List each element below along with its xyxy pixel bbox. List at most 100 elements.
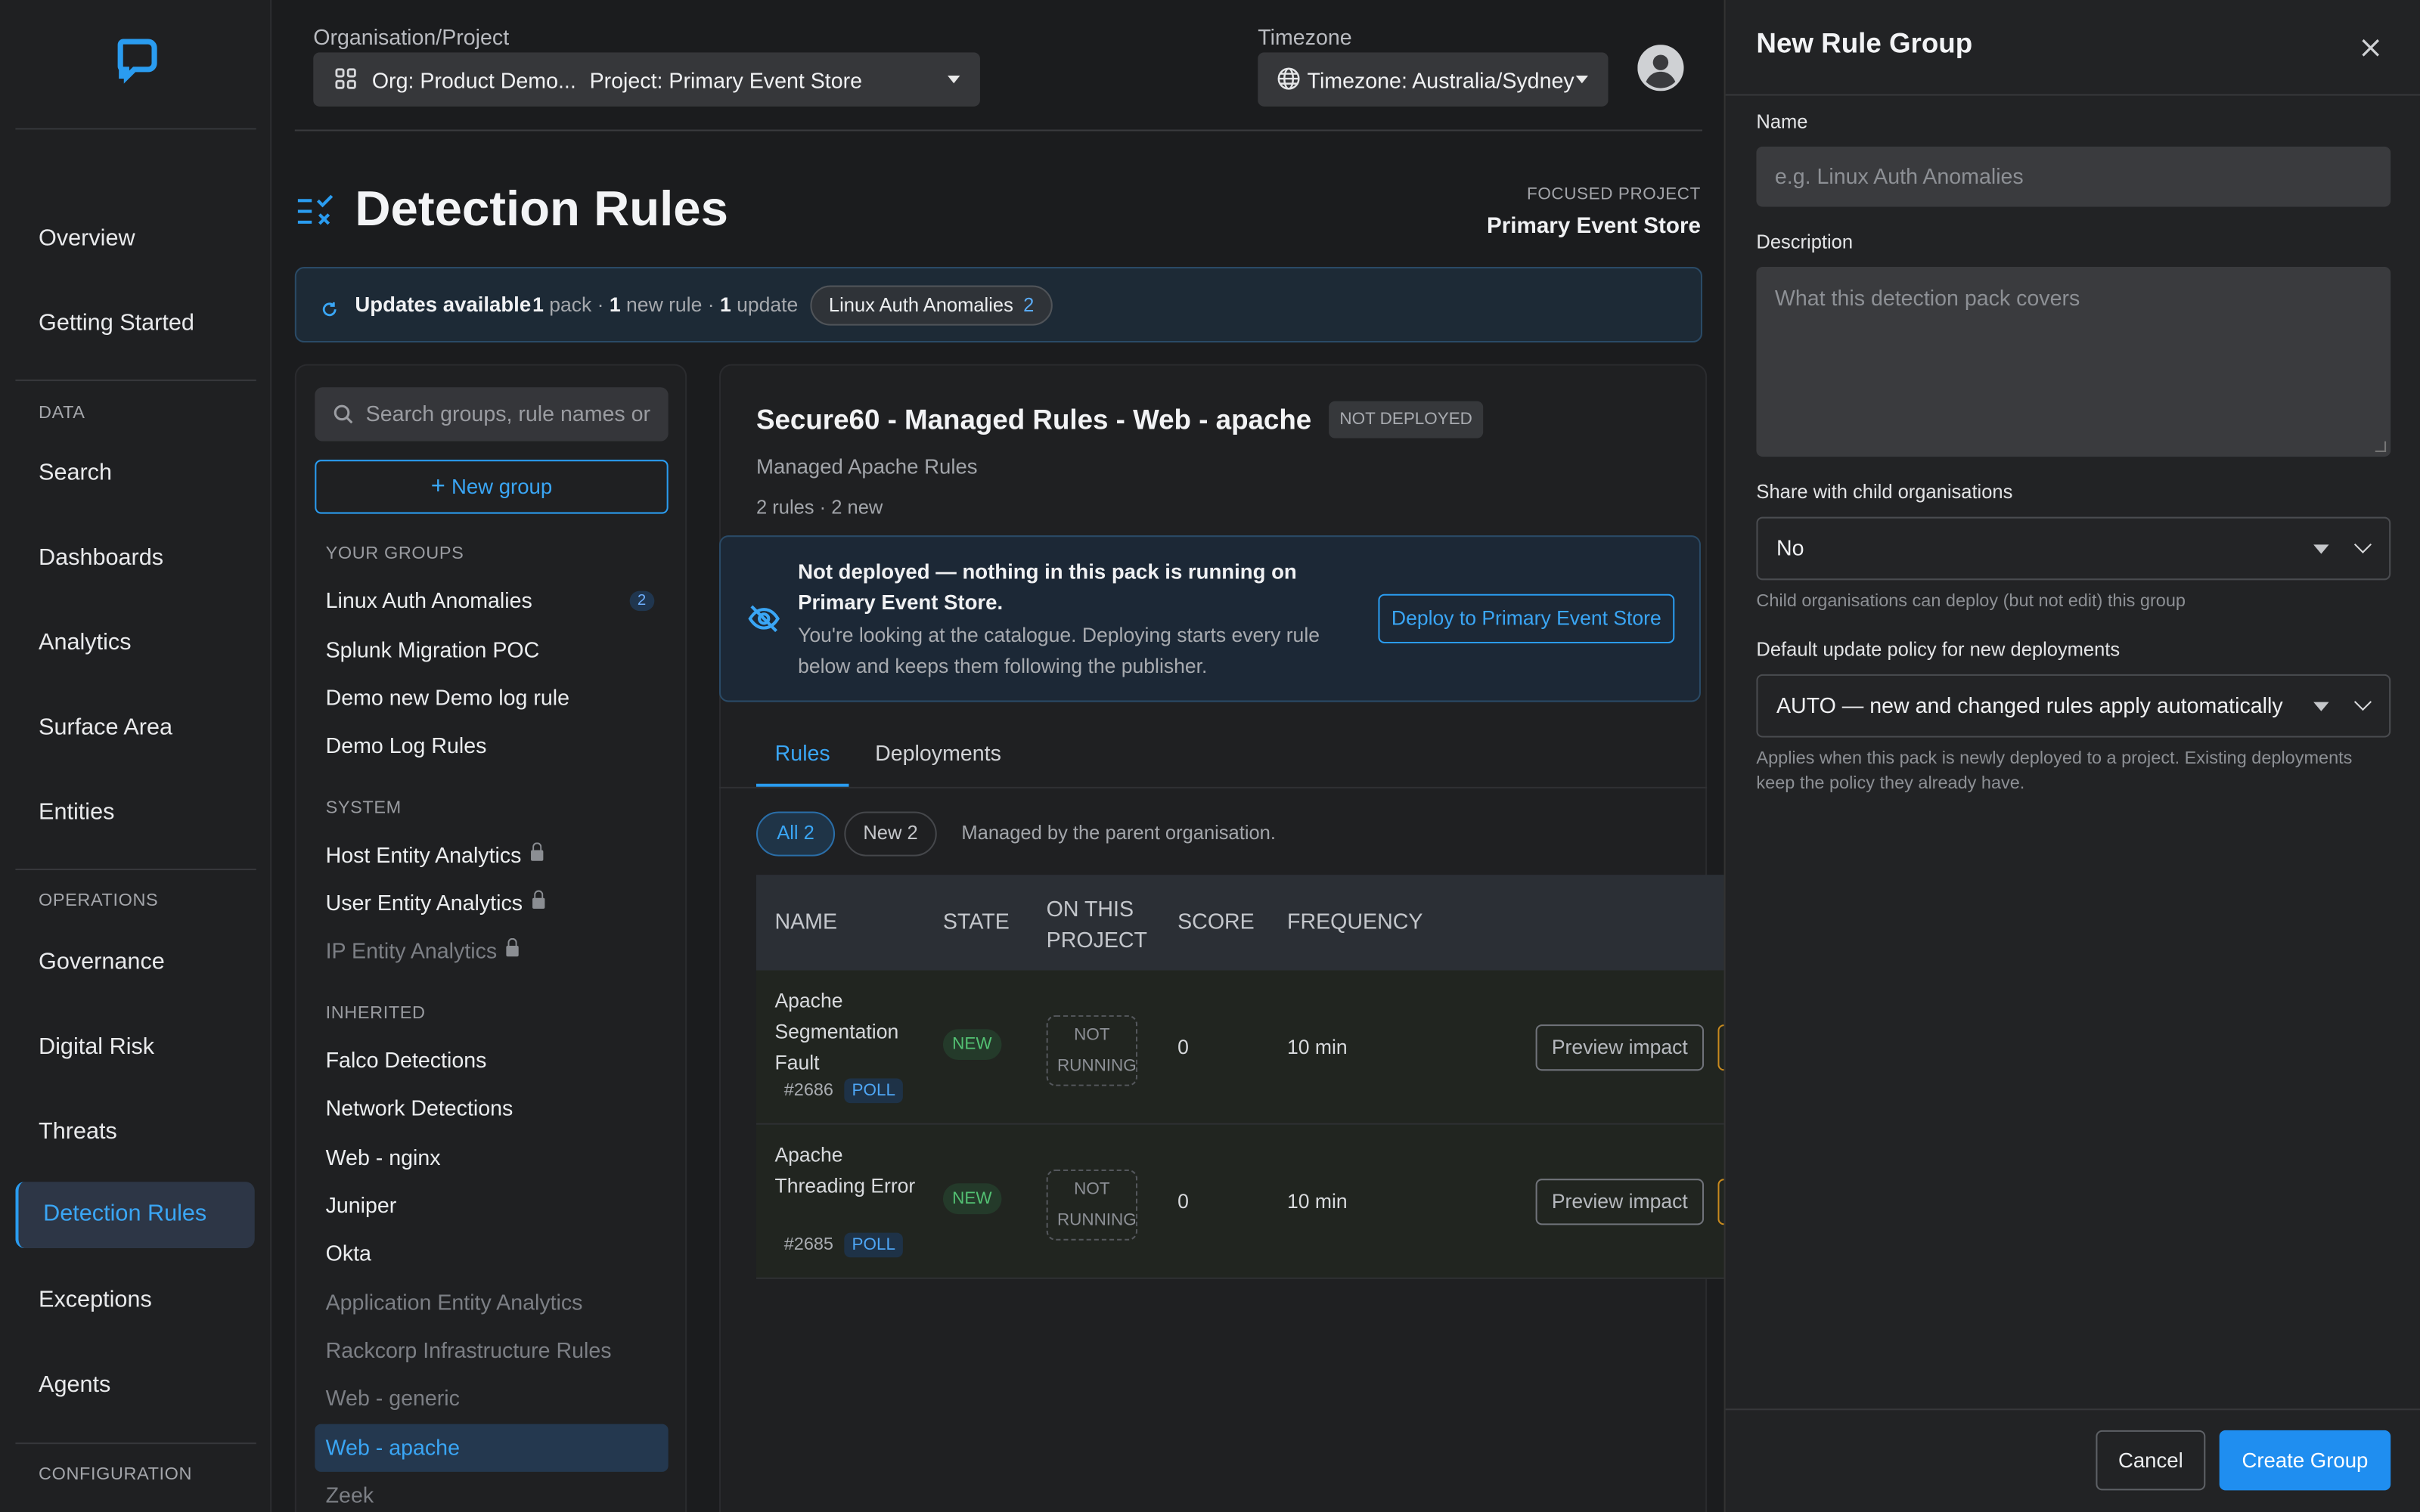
timezone-select[interactable]: Timezone: Australia/Sydney [1258,52,1609,107]
policy-select-value: AUTO — new and changed rules apply autom… [1776,692,2283,717]
rule-score: 0 [1177,1035,1189,1058]
new-rule-group-drawer: New Rule Group Name e.g. Linux Auth Anom… [1723,0,2420,1512]
group-item-okta[interactable]: Okta [326,1241,371,1266]
caret-down-icon [948,75,960,84]
group-item-network[interactable]: Network Detections [326,1095,513,1120]
updates-rule-count: 1 [609,293,621,317]
updates-pack-count: 1 [532,293,544,317]
create-group-button[interactable]: Create Group [2219,1430,2391,1491]
description-textarea[interactable]: What this detection pack covers [1756,267,2391,457]
org-project-label: Organisation/Project [313,24,510,50]
group-item-demo-new[interactable]: Demo new Demo log rule [326,685,569,710]
group-item-web-generic[interactable]: Web - generic [326,1386,460,1411]
org-value: Org: Product Demo... [371,67,576,93]
col-on-this-project: ON THIS PROJECT [1046,896,1148,953]
preview-impact-button[interactable]: Preview impact [1535,1024,1705,1071]
chevron-down-icon [2353,535,2372,553]
table-row[interactable]: Apache Threading Error #2685 POLL NEW NO… [755,1124,1730,1279]
timezone-label: Timezone [1258,24,1352,50]
group-item-app-entity[interactable]: Application Entity Analytics [326,1290,583,1315]
rule-frequency: 10 min [1287,1035,1348,1058]
refresh-icon [321,298,337,326]
filter-all[interactable]: All 2 [755,811,836,857]
table-row[interactable]: Apache Segmentation Fault #2686 POLL NEW… [755,970,1730,1125]
group-item-web-apache[interactable]: Web - apache [315,1424,669,1472]
group-search-placeholder: Search groups, rule names or r [365,401,656,426]
eye-off-icon [747,603,781,642]
group-item-ip-entity[interactable]: IP Entity Analytics [326,937,519,962]
deploy-button[interactable]: Deploy to Primary Event Store [1378,593,1675,644]
nav-threats[interactable]: Threats [39,1119,117,1145]
nav-digital-risk[interactable]: Digital Risk [39,1033,154,1060]
nav-surface-area[interactable]: Surface Area [39,714,172,741]
rule-id: #2686 [783,1081,834,1101]
group-item-splunk[interactable]: Splunk Migration POC [326,637,540,662]
group-item-linux-auth[interactable]: Linux Auth Anomalies [326,588,532,613]
new-group-button[interactable]: + New group [315,460,669,514]
col-frequency: FREQUENCY [1287,909,1423,934]
nav-exceptions[interactable]: Exceptions [39,1287,152,1313]
project-value: Project: Primary Event Store [589,67,863,93]
tab-deployments[interactable]: Deployments [875,741,1001,766]
nav-governance[interactable]: Governance [39,949,165,975]
deploy-status-badge: NOT DEPLOYED [1329,401,1484,438]
globe-icon [1277,67,1302,96]
group-item-rackcorp[interactable]: Rackcorp Infrastructure Rules [326,1337,612,1362]
rule-name[interactable]: Apache Segmentation Fault [774,986,917,1078]
group-item-web-nginx[interactable]: Web - nginx [326,1145,441,1170]
cancel-button[interactable]: Cancel [2096,1430,2206,1491]
lock-icon [506,937,519,957]
nav-section-operations: OPERATIONS [39,891,159,911]
search-icon [334,404,354,432]
chevron-down-icon [2353,693,2372,711]
update-chip-count: 2 [1023,294,1035,317]
rule-state-badge: NEW [942,1029,1001,1061]
group-item-zeek[interactable]: Zeek [326,1483,374,1507]
group-search-input[interactable]: Search groups, rule names or r [315,387,669,442]
nav-agents[interactable]: Agents [39,1371,110,1398]
system-heading: SYSTEM [325,799,402,818]
filter-new[interactable]: New 2 [844,811,937,857]
nav-search[interactable]: Search [39,460,112,486]
focused-project-value: Primary Event Store [1487,214,1701,240]
nav-overview[interactable]: Overview [39,225,135,252]
group-item-juniper[interactable]: Juniper [326,1193,397,1218]
lock-icon [532,890,544,909]
nav-analytics[interactable]: Analytics [39,630,132,656]
nav-detection-rules[interactable]: Detection Rules [15,1182,255,1249]
app-logo-icon[interactable] [114,37,160,86]
group-item-user-entity[interactable]: User Entity Analytics [325,890,544,916]
nav-entities[interactable]: Entities [39,799,114,826]
preview-impact-button[interactable]: Preview impact [1535,1179,1705,1225]
group-item-falco[interactable]: Falco Detections [326,1048,487,1073]
banner-body: You're looking at the catalogue. Deployi… [798,623,1320,677]
focused-project-label: FOCUSED PROJECT [1526,184,1701,204]
drawer-title: New Rule Group [1756,27,1973,59]
rule-type-badge: POLL [844,1078,904,1104]
group-item-host-entity[interactable]: Host Entity Analytics [326,842,544,867]
name-input[interactable]: e.g. Linux Auth Anomalies [1756,146,2391,207]
nav-section-data: DATA [39,404,85,423]
col-name: NAME [774,909,838,934]
updates-pack-text: pack · [549,293,604,317]
group-item-demo-log[interactable]: Demo Log Rules [326,733,487,758]
user-avatar-icon[interactable] [1637,45,1684,91]
tab-rules[interactable]: Rules [755,741,849,787]
group-count-badge: 2 [629,590,654,612]
nav-getting-started[interactable]: Getting Started [39,310,194,336]
update-policy-select[interactable]: AUTO — new and changed rules apply autom… [1756,674,2391,738]
description-placeholder: What this detection pack covers [1774,285,2080,311]
timezone-value: Timezone: Australia/Sydney [1307,67,1575,93]
org-project-select[interactable]: Org: Product Demo... Project: Primary Ev… [313,52,980,107]
rule-name[interactable]: Apache Threading Error [774,1140,917,1202]
nav-dashboards[interactable]: Dashboards [39,544,163,571]
close-icon[interactable] [2358,36,2383,60]
resize-handle-icon[interactable] [2375,441,2387,452]
group-item-user-entity-label: User Entity Analytics [325,890,523,916]
description-label: Description [1756,231,1854,253]
not-deployed-banner: Not deployed — nothing in this pack is r… [719,535,1701,702]
share-select[interactable]: No [1756,516,2391,581]
update-chip-linux-auth[interactable]: Linux Auth Anomalies 2 [810,285,1053,326]
group-item-web-apache-label: Web - apache [325,1434,460,1460]
lock-icon [530,842,544,861]
